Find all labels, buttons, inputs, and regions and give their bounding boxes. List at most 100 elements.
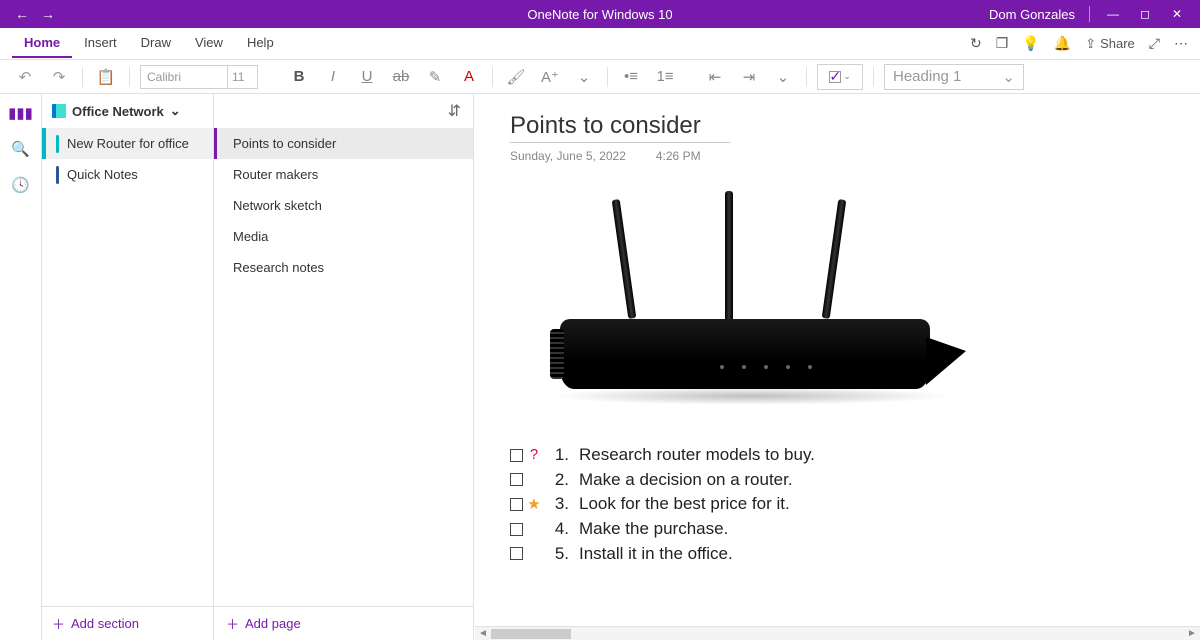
page-label: Points to consider	[233, 136, 336, 151]
close-icon[interactable]: ✕	[1168, 7, 1186, 21]
plus-icon: ＋	[226, 614, 239, 633]
section-item[interactable]: Quick Notes	[42, 159, 213, 190]
scroll-left-icon[interactable]: ◄	[475, 628, 491, 639]
scroll-thumb[interactable]	[491, 629, 571, 639]
ribbon-toolbar: ↶ ↷ 📋 Calibri 11 B I U ab ✎ A 🖌 A⁺ ⌄ •≡ …	[0, 60, 1200, 94]
page-label: Network sketch	[233, 198, 322, 213]
add-section-button[interactable]: ＋ Add section	[42, 606, 213, 640]
question-tag-icon: ?	[527, 444, 541, 466]
font-size-field[interactable]: 11	[227, 66, 257, 88]
nav-forward-icon[interactable]: →	[38, 6, 58, 22]
todo-item[interactable]: 2.Make a decision on a router.	[510, 468, 1164, 493]
tab-draw[interactable]: Draw	[129, 29, 183, 58]
add-page-button[interactable]: ＋ Add page	[214, 606, 473, 640]
checkbox-icon[interactable]	[510, 473, 523, 486]
chevron-down-icon: ⌄	[170, 103, 181, 119]
chevron-down-icon[interactable]: ⌄	[571, 68, 597, 86]
separator	[492, 67, 493, 87]
section-label: New Router for office	[67, 136, 189, 151]
scroll-right-icon[interactable]: ►	[1184, 628, 1200, 639]
lightbulb-icon[interactable]: 💡	[1022, 35, 1039, 52]
font-name-field[interactable]: Calibri	[141, 66, 227, 88]
section-item[interactable]: New Router for office	[42, 128, 213, 159]
tabs-row: Home Insert Draw View Help ↻ ❐ 💡 🔔 ⇪ Sha…	[0, 28, 1200, 60]
nav-back-icon[interactable]: ←	[12, 6, 32, 22]
fullscreen-icon[interactable]: ⤢	[1149, 35, 1160, 52]
todo-tag-button[interactable]: ✓ ⌄	[817, 64, 863, 90]
checkbox-icon[interactable]	[510, 498, 523, 511]
horizontal-scrollbar[interactable]: ◄ ►	[475, 626, 1200, 640]
font-color-button[interactable]: A	[456, 68, 482, 85]
sort-icon[interactable]: ⇵	[448, 101, 461, 121]
add-page-label: Add page	[245, 616, 301, 631]
separator	[607, 67, 608, 87]
page-label: Router makers	[233, 167, 318, 182]
separator	[873, 67, 874, 87]
search-icon[interactable]: 🔍	[11, 140, 30, 158]
separator	[1089, 6, 1090, 22]
indent-button[interactable]: ⇥	[736, 68, 762, 86]
checkbox-icon[interactable]	[510, 523, 523, 536]
highlight-button[interactable]: ✎	[422, 68, 448, 86]
notebook-name: Office Network	[72, 104, 164, 119]
redo-icon[interactable]: ↷	[46, 64, 72, 90]
tab-help[interactable]: Help	[235, 29, 286, 58]
notebooks-icon[interactable]: ▮▮▮	[8, 104, 33, 122]
tab-view[interactable]: View	[183, 29, 235, 58]
font-selector[interactable]: Calibri 11	[140, 65, 258, 89]
open-window-icon[interactable]: ❐	[996, 35, 1009, 52]
style-dropdown-label: Heading 1	[893, 68, 961, 85]
minimize-icon[interactable]: —	[1104, 7, 1122, 21]
app-title: OneNote for Windows 10	[527, 7, 672, 22]
page-item[interactable]: Router makers	[214, 159, 473, 190]
router-image	[530, 191, 960, 431]
share-icon: ⇪	[1085, 36, 1096, 52]
todo-item[interactable]: 5.Install it in the office.	[510, 542, 1164, 567]
main-area: ▮▮▮ 🔍 🕓 Office Network ⌄ New Router for …	[0, 94, 1200, 640]
section-color-tab	[56, 135, 59, 153]
outdent-button[interactable]: ⇤	[702, 68, 728, 86]
chevron-down-icon[interactable]: ⌄	[770, 68, 796, 86]
checkbox-icon[interactable]	[510, 547, 523, 560]
page-canvas[interactable]: Points to consider Sunday, June 5, 2022 …	[474, 94, 1200, 640]
page-item[interactable]: Points to consider	[214, 128, 473, 159]
sections-panel: Office Network ⌄ New Router for office Q…	[42, 94, 214, 640]
more-icon[interactable]: ⋯	[1174, 35, 1188, 52]
tab-home[interactable]: Home	[12, 29, 72, 58]
page-item[interactable]: Network sketch	[214, 190, 473, 221]
chevron-down-icon: ⌄	[1002, 68, 1015, 86]
notebook-selector[interactable]: Office Network ⌄	[42, 94, 213, 128]
sync-icon[interactable]: ↻	[970, 35, 982, 52]
clear-format-button[interactable]: 🖌	[503, 68, 529, 86]
undo-icon[interactable]: ↶	[12, 64, 38, 90]
add-section-label: Add section	[71, 616, 139, 631]
share-button[interactable]: ⇪ Share	[1085, 36, 1135, 52]
style-dropdown[interactable]: Heading 1 ⌄	[884, 64, 1024, 90]
page-item[interactable]: Research notes	[214, 252, 473, 283]
todo-item[interactable]: ★3.Look for the best price for it.	[510, 492, 1164, 517]
todo-text: Look for the best price for it.	[579, 492, 790, 517]
tab-insert[interactable]: Insert	[72, 29, 129, 58]
todo-item[interactable]: ?1.Research router models to buy.	[510, 443, 1164, 468]
bell-icon[interactable]: 🔔	[1054, 35, 1071, 52]
todo-text: Make the purchase.	[579, 517, 728, 542]
italic-button[interactable]: I	[320, 68, 346, 85]
clipboard-icon[interactable]: 📋	[93, 64, 119, 90]
page-item[interactable]: Media	[214, 221, 473, 252]
todo-list: ?1.Research router models to buy. 2.Make…	[510, 443, 1164, 566]
bold-button[interactable]: B	[286, 68, 312, 85]
recent-icon[interactable]: 🕓	[11, 176, 30, 194]
bullet-list-button[interactable]: •≡	[618, 68, 644, 85]
format-painter-button[interactable]: A⁺	[537, 68, 563, 86]
todo-text: Research router models to buy.	[579, 443, 815, 468]
number-list-button[interactable]: 1≡	[652, 68, 678, 85]
maximize-icon[interactable]: ◻	[1136, 7, 1154, 21]
user-name[interactable]: Dom Gonzales	[989, 7, 1075, 22]
separator	[82, 67, 83, 87]
checkbox-icon[interactable]	[510, 449, 523, 462]
underline-button[interactable]: U	[354, 68, 380, 85]
strikethrough-button[interactable]: ab	[388, 68, 414, 85]
page-title[interactable]: Points to consider	[510, 112, 730, 143]
section-label: Quick Notes	[67, 167, 138, 182]
todo-item[interactable]: 4.Make the purchase.	[510, 517, 1164, 542]
